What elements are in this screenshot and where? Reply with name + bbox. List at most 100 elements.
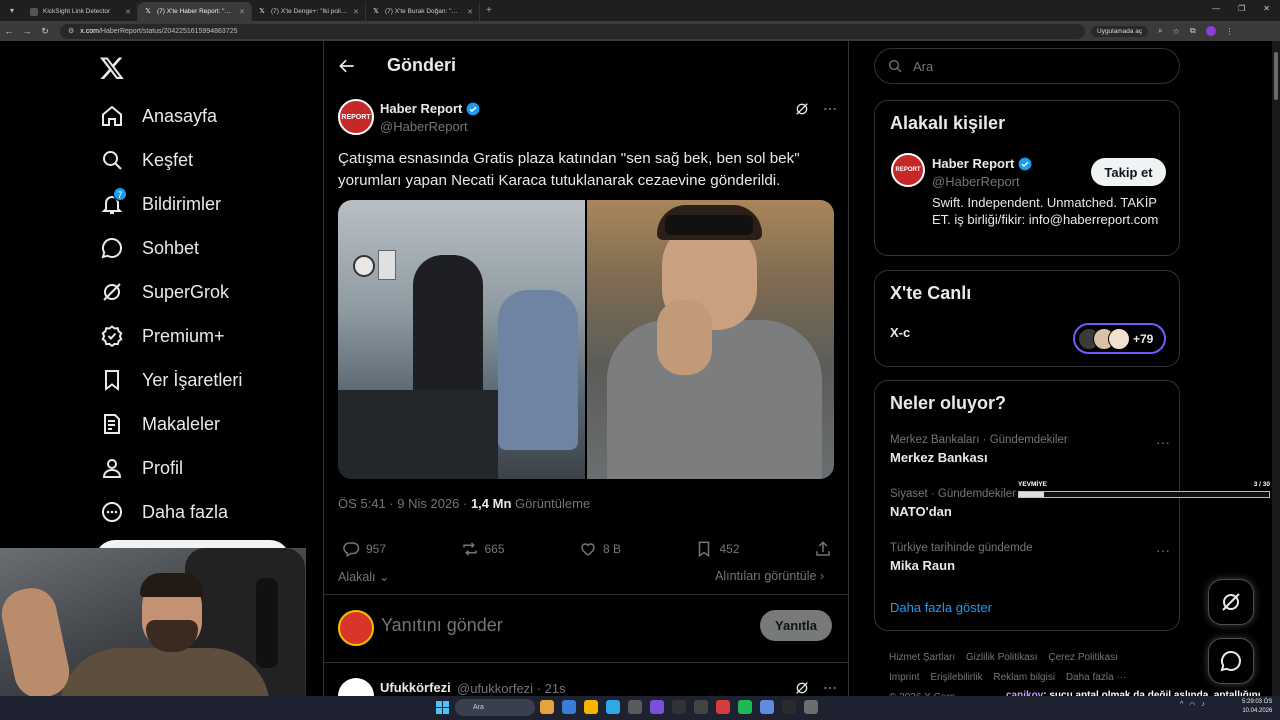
reply-button[interactable]: 957: [342, 540, 386, 558]
app-icon[interactable]: [628, 700, 642, 714]
show-more-link[interactable]: Daha fazla göster: [890, 600, 992, 615]
edge-icon[interactable]: [606, 700, 620, 714]
browser-menu-icon[interactable]: ⋮: [1226, 27, 1234, 36]
footer-link[interactable]: Hizmet Şartları: [889, 652, 955, 663]
open-in-app-button[interactable]: Uygulamada aç: [1091, 25, 1149, 37]
close-tab-icon[interactable]: ✕: [467, 8, 473, 16]
view-quotes-link[interactable]: Alıntıları görüntüle ›: [715, 569, 824, 583]
trend-item[interactable]: Merkez Bankaları · Gündemdekiler Merkez …: [890, 434, 1170, 465]
footer-link[interactable]: Imprint: [889, 672, 920, 683]
zoom-icon[interactable]: ⌕: [1158, 26, 1162, 36]
back-arrow-icon[interactable]: [337, 56, 357, 76]
volume-icon[interactable]: ♪: [1201, 701, 1205, 709]
live-space-name[interactable]: X-c: [890, 325, 910, 340]
browser-tab-burak-dogan[interactable]: 𝕏 (7) X'te Burak Doğan: "SON DA ✕: [366, 2, 480, 21]
messages-fab-button[interactable]: [1208, 638, 1254, 684]
more-options-icon[interactable]: [822, 101, 838, 117]
more-options-icon[interactable]: [822, 680, 838, 696]
site-info-icon[interactable]: ⚙: [68, 27, 74, 35]
follow-button[interactable]: Takip et: [1091, 158, 1166, 186]
widget-app-icon[interactable]: [540, 700, 554, 714]
repost-button[interactable]: 665: [461, 540, 505, 558]
nav-item-more[interactable]: Daha fazla: [100, 490, 242, 534]
author-name[interactable]: Haber Report: [380, 101, 480, 116]
tab-search-button[interactable]: ▾: [0, 0, 24, 21]
related-user-avatar[interactable]: REPORT: [891, 153, 925, 187]
app-icon[interactable]: [694, 700, 708, 714]
nav-item-chat[interactable]: Sohbet: [100, 226, 242, 270]
spotify-icon[interactable]: [738, 700, 752, 714]
more-options-icon[interactable]: ···: [1156, 434, 1170, 450]
post-timestamp[interactable]: ÖS 5:41 · 9 Nis 2026 ·: [338, 496, 471, 511]
footer-link[interactable]: Gizlilik Politikası: [966, 652, 1038, 663]
nav-item-premium[interactable]: Premium+: [100, 314, 242, 358]
post-image-right[interactable]: [587, 200, 834, 479]
windows-start-icon[interactable]: [436, 701, 449, 714]
x-logo-icon[interactable]: [99, 55, 125, 81]
app-icon[interactable]: [716, 700, 730, 714]
nav-item-bookmarks[interactable]: Yer İşaretleri: [100, 358, 242, 402]
more-options-icon[interactable]: ···: [1156, 542, 1170, 558]
browser-tab-denge[interactable]: 𝕏 (7) X'te Denge+: "İki polisimizin ✕: [252, 2, 366, 21]
author-handle[interactable]: @HaberReport: [380, 119, 468, 134]
footer-link[interactable]: Reklam bilgisi: [993, 672, 1055, 683]
browser-tab-kicksight[interactable]: KickSight Link Detector ✕: [24, 2, 138, 21]
page-scrollbar[interactable]: [1272, 41, 1280, 696]
grok-fab-button[interactable]: [1208, 579, 1254, 625]
author-avatar[interactable]: REPORT: [338, 99, 374, 135]
bookmark-star-icon[interactable]: ☆: [1173, 27, 1180, 36]
nav-item-articles[interactable]: Makaleler: [100, 402, 242, 446]
nav-item-supergrok[interactable]: SuperGrok: [100, 270, 242, 314]
app-icon[interactable]: [804, 700, 818, 714]
share-button[interactable]: [814, 540, 832, 558]
post-media[interactable]: [338, 200, 834, 479]
related-user-name[interactable]: Haber Report: [932, 156, 1032, 171]
discord-icon[interactable]: [650, 700, 664, 714]
browser-tab-haber-report[interactable]: 𝕏 (7) X'te Haber Report: "Çatışma ✕: [138, 2, 252, 21]
file-explorer-icon[interactable]: [562, 700, 576, 714]
nav-item-notifications[interactable]: 7 Bildirimler: [100, 182, 242, 226]
wifi-icon[interactable]: ◠: [1189, 701, 1195, 709]
back-icon[interactable]: ←: [0, 26, 18, 36]
app-icon[interactable]: [782, 700, 796, 714]
reply-input[interactable]: Yanıtını gönder: [381, 615, 503, 636]
close-tab-icon[interactable]: ✕: [239, 8, 245, 16]
scrollbar-thumb[interactable]: [1274, 52, 1278, 100]
chrome-icon[interactable]: [584, 700, 598, 714]
restore-icon[interactable]: ❐: [1238, 4, 1245, 13]
reload-icon[interactable]: ↻: [36, 26, 54, 37]
app-icon[interactable]: [760, 700, 774, 714]
close-tab-icon[interactable]: ✕: [353, 8, 359, 16]
footer-link[interactable]: Erişilebilirlik: [930, 672, 982, 683]
bookmark-button[interactable]: 452: [695, 540, 740, 558]
browser-profile-avatar[interactable]: [1205, 26, 1216, 36]
taskbar-clock[interactable]: 5:29:03 ÖS 10.04.2026: [1242, 698, 1272, 716]
footer-link[interactable]: Çerez Politikası: [1048, 652, 1117, 663]
obs-icon[interactable]: [672, 700, 686, 714]
search-input[interactable]: Ara: [874, 48, 1180, 84]
forward-icon[interactable]: →: [18, 26, 36, 36]
post-image-left[interactable]: [338, 200, 585, 479]
close-window-icon[interactable]: ✕: [1263, 4, 1270, 13]
reply-author-name[interactable]: Ufukkörfezi: [380, 680, 451, 695]
live-listeners-pill[interactable]: +79: [1073, 323, 1166, 354]
extensions-icon[interactable]: ⧉: [1190, 26, 1196, 36]
minimize-icon[interactable]: —: [1212, 4, 1220, 13]
trend-item[interactable]: Türkiye tarihinde gündemde Mika Raun ···: [890, 542, 1170, 573]
reply-submit-button[interactable]: Yanıtla: [760, 610, 832, 641]
sort-replies-dropdown[interactable]: Alakalı ⌄: [338, 569, 390, 584]
related-user-handle[interactable]: @HaberReport: [932, 174, 1020, 189]
nav-item-profile[interactable]: Profil: [100, 446, 242, 490]
nav-item-home[interactable]: Anasayfa: [100, 94, 242, 138]
grok-icon[interactable]: [794, 101, 810, 117]
new-tab-button[interactable]: +: [480, 5, 498, 16]
close-tab-icon[interactable]: ✕: [125, 8, 131, 16]
tray-chevron-icon[interactable]: ^: [1180, 701, 1183, 709]
grok-icon[interactable]: [794, 680, 810, 696]
current-user-avatar[interactable]: [338, 610, 374, 646]
like-button[interactable]: 8 B: [579, 540, 621, 558]
url-field[interactable]: ⚙ x.com/HaberReport/status/2042251615994…: [60, 23, 1085, 39]
taskbar-search[interactable]: Ara: [455, 699, 535, 716]
footer-link[interactable]: Daha fazla ···: [1066, 672, 1127, 683]
nav-item-explore[interactable]: Keşfet: [100, 138, 242, 182]
